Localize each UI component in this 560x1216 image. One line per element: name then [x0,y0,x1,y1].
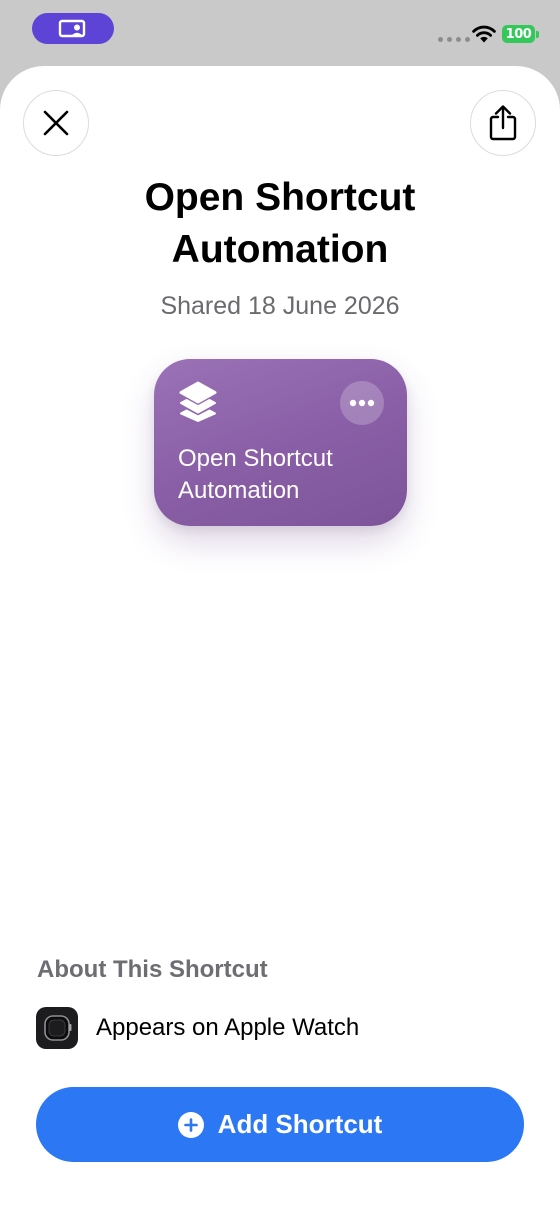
shared-date: Shared 18 June 2026 [160,292,400,320]
battery-level: 100 [505,26,532,42]
shortcut-card[interactable]: Open Shortcut Automation [154,359,407,526]
close-button[interactable] [23,90,89,156]
status-bar: 100 [0,0,560,66]
wifi-icon [472,25,496,43]
add-shortcut-button[interactable]: Add Shortcut [36,1087,524,1162]
apple-watch-icon [36,1007,78,1049]
shortcut-card-name: Open Shortcut Automation [178,445,333,504]
screen-sharing-pill[interactable] [32,13,114,44]
battery-icon: 100 [502,25,535,43]
shortcut-sheet: Open Shortcut Automation Shared 18 June … [0,66,560,1216]
about-heading: About This Shortcut [37,956,268,983]
layers-icon [179,381,217,422]
battery-cap [536,31,539,38]
ellipsis-icon [349,399,375,407]
close-icon [43,110,69,136]
share-icon [489,105,517,141]
screen-sharing-icon [58,19,86,37]
add-shortcut-label: Add Shortcut [217,1109,383,1139]
about-row-apple-watch: Appears on Apple Watch [36,1006,359,1050]
about-row-label: Appears on Apple Watch [96,1014,360,1041]
share-button[interactable] [470,90,536,156]
signal-dots-icon [438,37,470,42]
more-options-button[interactable] [340,381,384,425]
plus-circle-icon [177,1111,204,1138]
sheet-title: Open Shortcut Automation [144,176,416,271]
